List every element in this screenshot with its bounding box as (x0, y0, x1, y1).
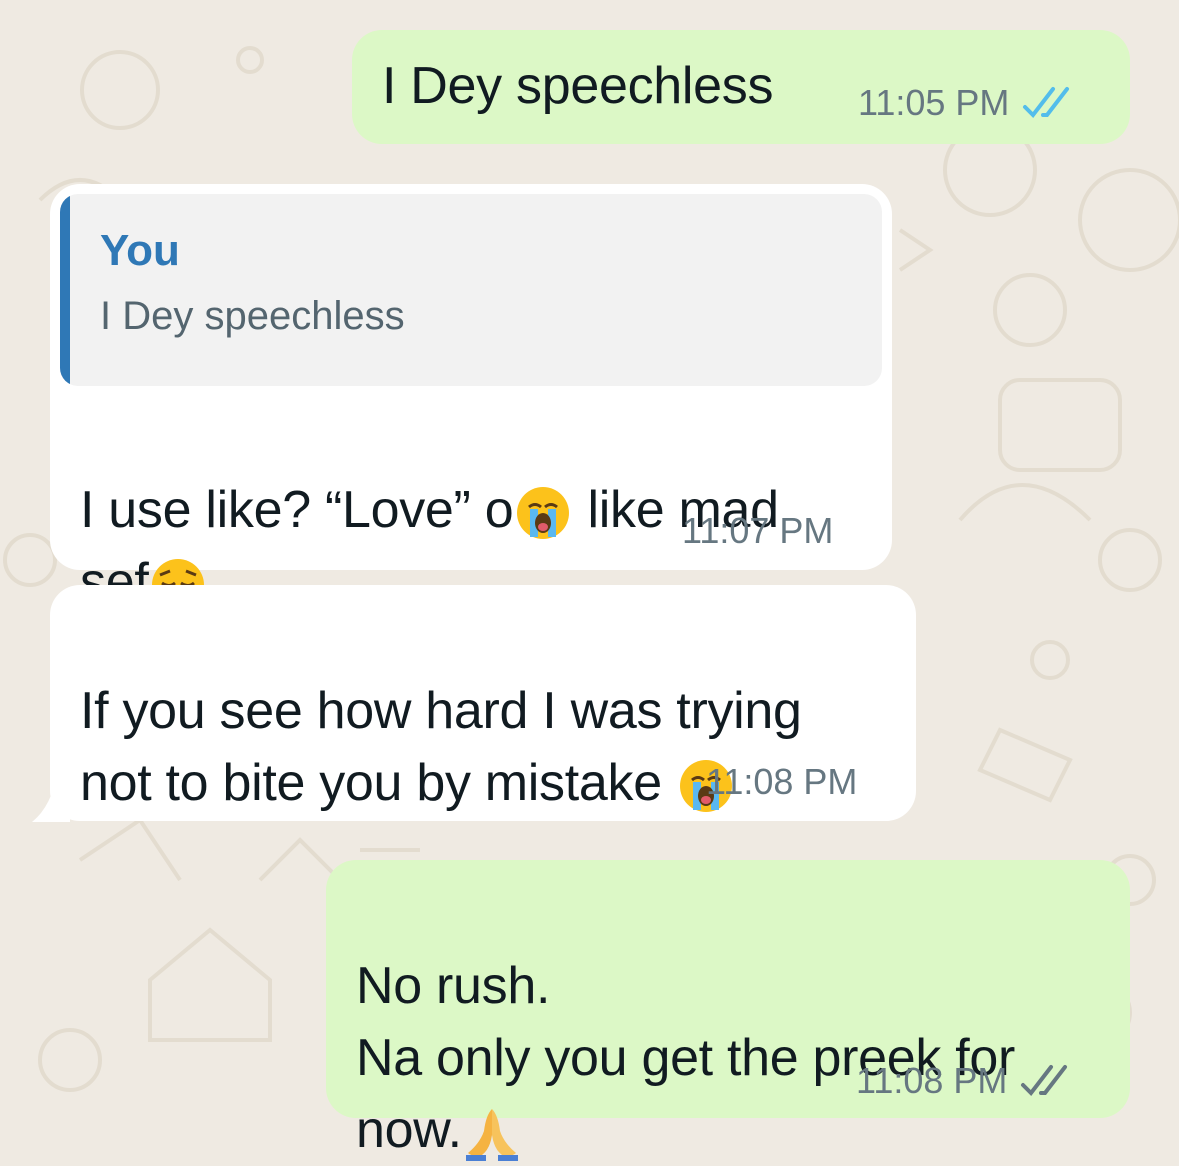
message-meta: 11:08 PM (856, 1060, 1075, 1102)
outgoing-message-bubble[interactable]: No rush. Na only you get the preek for now… (326, 860, 1130, 1162)
message-meta: 11:07 PM (682, 510, 833, 552)
message-meta: 11:08 PM (706, 761, 857, 803)
message-text: If you see how hard I was trying not to b… (80, 603, 802, 819)
incoming-message-bubble[interactable]: If you see how hard I was trying not to b… (50, 585, 916, 821)
loudly-crying-face-emoji (513, 483, 573, 543)
message-text: No rush. Na only you get the preek for now… (356, 878, 1015, 1166)
double-check-icon (1021, 85, 1077, 121)
message-text-part: not to bite you by mistake (80, 754, 676, 812)
message-text: I Dey speechless (382, 57, 774, 115)
message-time: 11:05 PM (858, 82, 1010, 123)
reply-quote-author: You (100, 226, 180, 275)
reply-quote-accent-bar (60, 194, 70, 386)
incoming-message-bubble[interactable]: You I Dey speechless I use like? “Love” … (50, 184, 892, 612)
double-check-icon (1019, 1063, 1075, 1099)
folded-hands-emoji (462, 1103, 522, 1163)
message-time: 11:08 PM (706, 761, 858, 802)
message-text-part: If you see how hard I was trying (80, 682, 802, 740)
reply-quote-text: I Dey speechless (100, 294, 405, 338)
message-text-part: No rush. (356, 957, 551, 1015)
outgoing-message-bubble[interactable]: I Dey speechless 11:05 PM (352, 30, 1130, 144)
message-time: 11:07 PM (682, 510, 834, 551)
reply-quote[interactable]: You I Dey speechless (60, 194, 882, 386)
message-text-part: now. (356, 1101, 462, 1159)
message-text-part: I use like? “Love” o (80, 481, 514, 539)
message-time: 11:08 PM (856, 1060, 1008, 1101)
message-meta: 11:05 PM (858, 82, 1077, 124)
